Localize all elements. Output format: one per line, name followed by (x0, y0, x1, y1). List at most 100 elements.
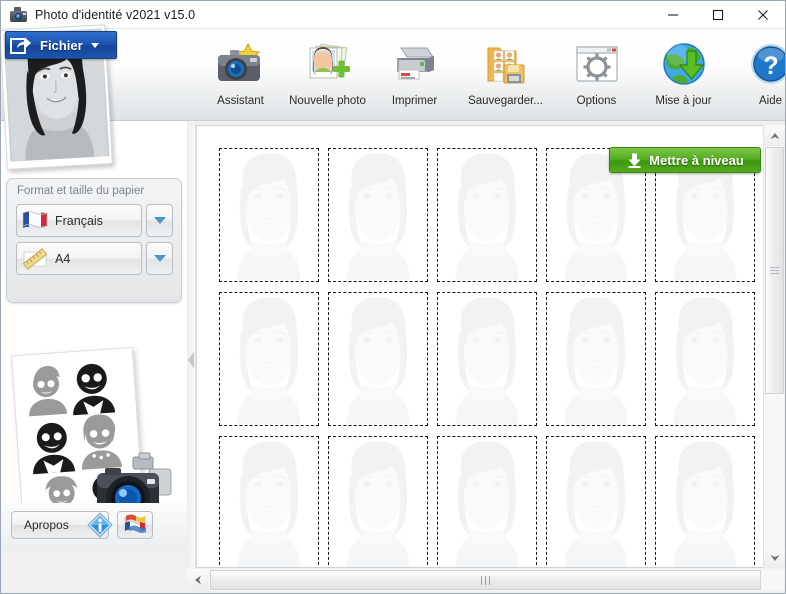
photo-7 (329, 293, 427, 425)
vertical-scrollbar[interactable] (763, 125, 785, 568)
minimize-button[interactable] (650, 1, 695, 29)
about-button[interactable]: Apropos (11, 511, 113, 539)
vertical-scroll-thumb[interactable] (765, 147, 784, 394)
chevron-down-icon (153, 255, 166, 262)
toolbar-button-mise-a-jour[interactable]: Mise à jour (640, 31, 727, 107)
photo-grid (219, 148, 755, 568)
photo-2 (329, 149, 427, 281)
toolbar-label: Aide (758, 95, 783, 107)
passport-photo-cell[interactable] (437, 148, 537, 282)
passport-photo-cell[interactable] (655, 292, 755, 426)
app-window: Photo d'identité v2021 v15.0 Assistant N… (0, 0, 786, 594)
photo-9 (547, 293, 645, 425)
paper-size-select[interactable]: A4 (16, 242, 174, 275)
passport-photo-cell[interactable] (655, 436, 755, 568)
passport-photo-cell[interactable] (219, 148, 319, 282)
camera-icon (10, 7, 27, 22)
photo-12 (329, 437, 427, 568)
window-title: Photo d'identité v2021 v15.0 (35, 7, 196, 22)
panel-splitter[interactable] (187, 121, 196, 568)
toolbar-label: Options (576, 95, 617, 107)
photo-sheet-canvas[interactable] (196, 125, 764, 568)
download-arrow-icon (628, 153, 641, 168)
help-question-icon: ? (743, 37, 785, 93)
toolbar: Assistant Nouvelle photo Imprimer Sauveg… (1, 29, 785, 173)
new-photo-icon (300, 37, 356, 93)
photo-10 (656, 293, 754, 425)
flags-icon (123, 512, 147, 539)
paper-size-select-arrow[interactable] (146, 242, 173, 275)
passport-photo-cell[interactable] (328, 292, 428, 426)
title-bar: Photo d'identité v2021 v15.0 (1, 1, 785, 29)
passport-photo-cell[interactable] (437, 292, 537, 426)
passport-photo-cell[interactable] (328, 148, 428, 282)
toolbar-label: Imprimer (391, 95, 438, 107)
chevron-down-icon (90, 42, 99, 48)
printer-icon (387, 37, 443, 93)
toolbar-label: Nouvelle photo (289, 95, 366, 107)
save-folder-icon (478, 37, 534, 93)
chevron-down-icon (153, 217, 166, 224)
sidebar: Format et taille du papier Français A4 A… (1, 121, 187, 549)
about-label: Apropos (24, 518, 69, 532)
sidebar-bottom-bar: Apropos (1, 503, 187, 549)
scroll-thumb-grip (480, 575, 492, 585)
splitter-grip[interactable] (187, 349, 196, 371)
maximize-button[interactable] (695, 1, 740, 29)
passport-photo-cell[interactable] (546, 436, 646, 568)
french-flag-icon (21, 210, 49, 232)
passport-photo-cell[interactable] (546, 292, 646, 426)
globe-update-icon (656, 37, 712, 93)
share-export-icon (10, 35, 32, 55)
photo-15 (656, 437, 754, 568)
scroll-left-arrow[interactable] (187, 569, 209, 591)
gear-window-icon (569, 37, 625, 93)
photo-8 (438, 293, 536, 425)
horizontal-scrollbar[interactable] (187, 569, 785, 591)
file-menu-label: Fichier (40, 37, 83, 53)
toolbar-button-nouvelle-photo[interactable]: Nouvelle photo (284, 31, 371, 107)
scroll-down-arrow[interactable] (764, 547, 785, 568)
close-button[interactable] (740, 1, 785, 29)
svg-text:?: ? (763, 52, 778, 80)
photo-6 (220, 293, 318, 425)
language-select-arrow[interactable] (146, 204, 173, 237)
paper-format-group: Format et taille du papier Français A4 (6, 178, 182, 303)
toolbar-button-imprimer[interactable]: Imprimer (371, 31, 458, 107)
scroll-thumb-grip (770, 265, 779, 276)
window-controls (650, 1, 785, 29)
language-button[interactable] (117, 511, 153, 539)
horizontal-scroll-thumb[interactable] (210, 570, 761, 590)
paper-size-select-value: A4 (55, 251, 71, 266)
passport-photo-cell[interactable] (328, 436, 428, 568)
photo-13 (438, 437, 536, 568)
toolbar-button-assistant[interactable]: Assistant (197, 31, 284, 107)
paper-format-title: Format et taille du papier (17, 185, 145, 197)
passport-photo-cell[interactable] (219, 436, 319, 568)
ruler-icon (21, 247, 49, 270)
paper-size-select-field[interactable]: A4 (16, 242, 142, 275)
toolbar-button-options[interactable]: Options (553, 31, 640, 107)
toolbar-button-aide[interactable]: ? Aide (727, 31, 785, 107)
info-diamond-icon (86, 511, 114, 539)
scrollbar-corner (763, 569, 784, 591)
photo-14 (547, 437, 645, 568)
photo-3 (438, 149, 536, 281)
file-menu-button[interactable]: Fichier (5, 31, 117, 59)
language-select-field[interactable]: Français (16, 204, 142, 237)
toolbar-label: Assistant (217, 95, 264, 107)
toolbar-items: Assistant Nouvelle photo Imprimer Sauveg… (197, 31, 785, 107)
photo-1 (220, 149, 318, 281)
toolbar-button-sauvegarder[interactable]: Sauvegarder... (458, 31, 553, 107)
upgrade-button[interactable]: Mettre à niveau (609, 147, 761, 173)
toolbar-label: Mise à jour (655, 95, 712, 107)
language-select[interactable]: Français (16, 204, 174, 237)
camera-wizard-icon (213, 37, 269, 93)
photo-11 (220, 437, 318, 568)
toolbar-label: Sauvegarder... (468, 95, 543, 107)
language-select-value: Français (55, 213, 103, 228)
scroll-up-arrow[interactable] (764, 125, 785, 146)
upgrade-label: Mettre à niveau (649, 152, 744, 168)
passport-photo-cell[interactable] (437, 436, 537, 568)
passport-photo-cell[interactable] (219, 292, 319, 426)
